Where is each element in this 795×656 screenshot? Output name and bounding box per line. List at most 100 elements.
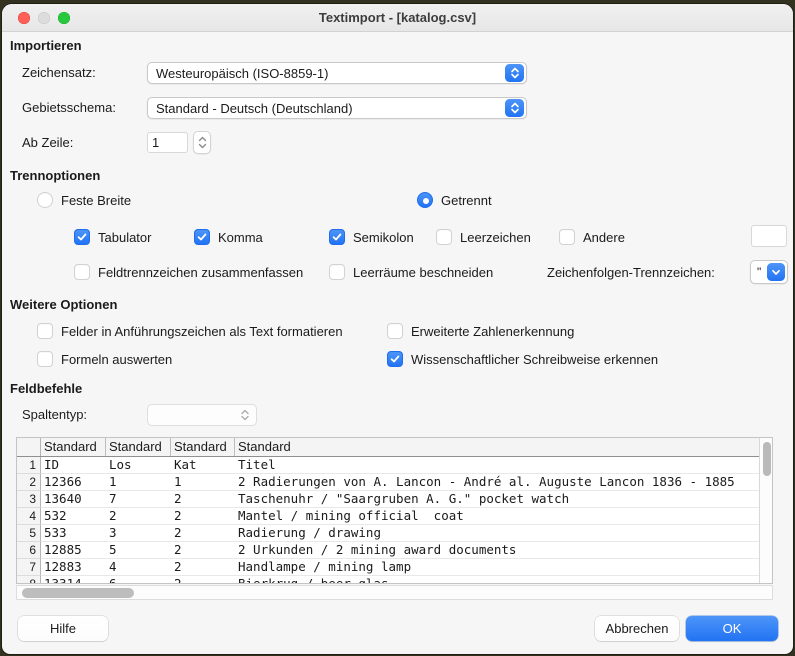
spaltentyp-label: Spaltentyp: (22, 407, 87, 422)
string-delimiter-value: " (757, 267, 767, 277)
checkbox-erweiterte-zahlenerkennung[interactable]: Erweiterte Zahlenerkennung (387, 322, 574, 340)
row-number-cell: 1 (17, 457, 41, 474)
column-header[interactable]: Standard (106, 438, 171, 456)
checkbox-wissenschaftliche-schreibweise[interactable]: Wissenschaftlicher Schreibweise erkennen (387, 350, 658, 368)
checkbox-box[interactable] (74, 229, 90, 245)
table-cell: 12366 (41, 474, 106, 491)
checkbox-felder-als-text[interactable]: Felder in Anführungszeichen als Text for… (37, 322, 343, 340)
table-cell: 2 (171, 508, 235, 525)
string-delimiter-label: Zeichenfolgen-Trennzeichen: (547, 265, 715, 280)
table-cell: 3 (106, 525, 171, 542)
table-cell: 2 (171, 542, 235, 559)
row-number-cell: 7 (17, 559, 41, 576)
radio-feste-breite[interactable]: Feste Breite (37, 191, 131, 209)
from-row-input[interactable]: 1 (147, 132, 188, 153)
checkbox-feldtrennzeichen-zusammenfassen[interactable]: Feldtrennzeichen zusammenfassen (74, 263, 303, 281)
check-icon (77, 232, 87, 242)
row-number-cell: 5 (17, 525, 41, 542)
horizontal-scrollbar-thumb[interactable] (22, 588, 134, 598)
updown-chevron-icon (235, 406, 254, 424)
vertical-scrollbar-thumb[interactable] (763, 442, 771, 476)
table-cell: 2 (171, 576, 235, 583)
checkbox-box[interactable] (436, 229, 452, 245)
checkbox-leerzeichen[interactable]: Leerzeichen (436, 228, 531, 246)
column-header[interactable]: Standard (171, 438, 235, 456)
table-row: 453222Mantel / mining official coat (17, 508, 759, 525)
checkbox-box[interactable] (559, 229, 575, 245)
checkbox-box[interactable] (37, 323, 53, 339)
radio-circle[interactable] (417, 192, 433, 208)
chevron-down-icon (198, 143, 207, 149)
minimize-button (38, 12, 50, 24)
preview-header-row: Standard Standard Standard Standard (17, 438, 759, 457)
table-cell: 7 (106, 491, 171, 508)
locale-select[interactable]: Standard - Deutsch (Deutschland) (147, 97, 527, 119)
checkbox-box[interactable] (37, 351, 53, 367)
charset-value: Westeuropäisch (ISO-8859-1) (156, 66, 505, 81)
title-bar[interactable]: Textimport - [katalog.csv] (2, 4, 793, 32)
checkbox-box[interactable] (329, 264, 345, 280)
row-number-cell: 2 (17, 474, 41, 491)
close-button[interactable] (18, 12, 30, 24)
preview-rows: 1IDLosKatTitel212366112 Radierungen von … (17, 457, 759, 583)
column-header[interactable]: Standard (41, 438, 106, 456)
column-header[interactable]: Standard (235, 438, 759, 456)
spaltentyp-select (147, 404, 257, 426)
corner-cell (17, 438, 41, 456)
from-row-stepper[interactable] (193, 131, 211, 154)
table-cell: 2 (171, 491, 235, 508)
from-row-label: Ab Zeile: (22, 135, 73, 150)
help-button[interactable]: Hilfe (18, 616, 108, 641)
import-preview-table[interactable]: Standard Standard Standard Standard 1IDL… (16, 437, 773, 584)
checkbox-box[interactable] (387, 351, 403, 367)
table-cell: 12885 (41, 542, 106, 559)
checkbox-tabulator[interactable]: Tabulator (74, 228, 151, 246)
checkbox-andere[interactable]: Andere (559, 228, 625, 246)
checkbox-box[interactable] (194, 229, 210, 245)
checkbox-box[interactable] (74, 264, 90, 280)
string-delimiter-combo[interactable]: " (750, 260, 788, 284)
chevron-down-icon (767, 263, 785, 281)
section-feldbefehle: Feldbefehle (10, 381, 82, 396)
zoom-button[interactable] (58, 12, 70, 24)
table-cell: Bierkrug / beer glas (235, 576, 759, 583)
table-cell: Kat (171, 457, 235, 474)
table-cell: 5 (106, 542, 171, 559)
table-cell: 533 (41, 525, 106, 542)
table-cell: 4 (106, 559, 171, 576)
andere-delimiter-input[interactable] (751, 225, 787, 247)
checkbox-box[interactable] (329, 229, 345, 245)
table-cell: 2 Urkunden / 2 mining award documents (235, 542, 759, 559)
table-cell: 2 (171, 525, 235, 542)
checkbox-leerraeume-beschneiden[interactable]: Leerräume beschneiden (329, 263, 493, 281)
table-cell: 2 (171, 559, 235, 576)
checkbox-semikolon[interactable]: Semikolon (329, 228, 414, 246)
checkbox-komma[interactable]: Komma (194, 228, 263, 246)
horizontal-scrollbar[interactable] (16, 585, 773, 600)
charset-select[interactable]: Westeuropäisch (ISO-8859-1) (147, 62, 527, 84)
table-cell: Titel (235, 457, 759, 474)
updown-chevron-icon (505, 64, 524, 82)
radio-getrennt[interactable]: Getrennt (417, 191, 492, 209)
table-cell: 12883 (41, 559, 106, 576)
radio-circle[interactable] (37, 192, 53, 208)
cancel-button[interactable]: Abbrechen (595, 616, 679, 641)
table-row: 1IDLosKatTitel (17, 457, 759, 474)
table-cell: 1 (171, 474, 235, 491)
table-cell: Radierung / drawing (235, 525, 759, 542)
table-cell: ID (41, 457, 106, 474)
table-cell: 2 (106, 508, 171, 525)
vertical-scrollbar[interactable] (759, 438, 772, 583)
ok-button[interactable]: OK (686, 616, 778, 641)
row-number-cell: 8 (17, 576, 41, 583)
traffic-lights (18, 12, 70, 24)
table-cell: 6 (106, 576, 171, 583)
table-row: 212366112 Radierungen von A. Lancon - An… (17, 474, 759, 491)
table-row: 612885522 Urkunden / 2 mining award docu… (17, 542, 759, 559)
from-row-value: 1 (152, 135, 159, 150)
charset-label: Zeichensatz: (22, 65, 96, 80)
checkbox-formeln-auswerten[interactable]: Formeln auswerten (37, 350, 172, 368)
checkbox-box[interactable] (387, 323, 403, 339)
section-importieren: Importieren (10, 38, 82, 53)
table-cell: Handlampe / mining lamp (235, 559, 759, 576)
